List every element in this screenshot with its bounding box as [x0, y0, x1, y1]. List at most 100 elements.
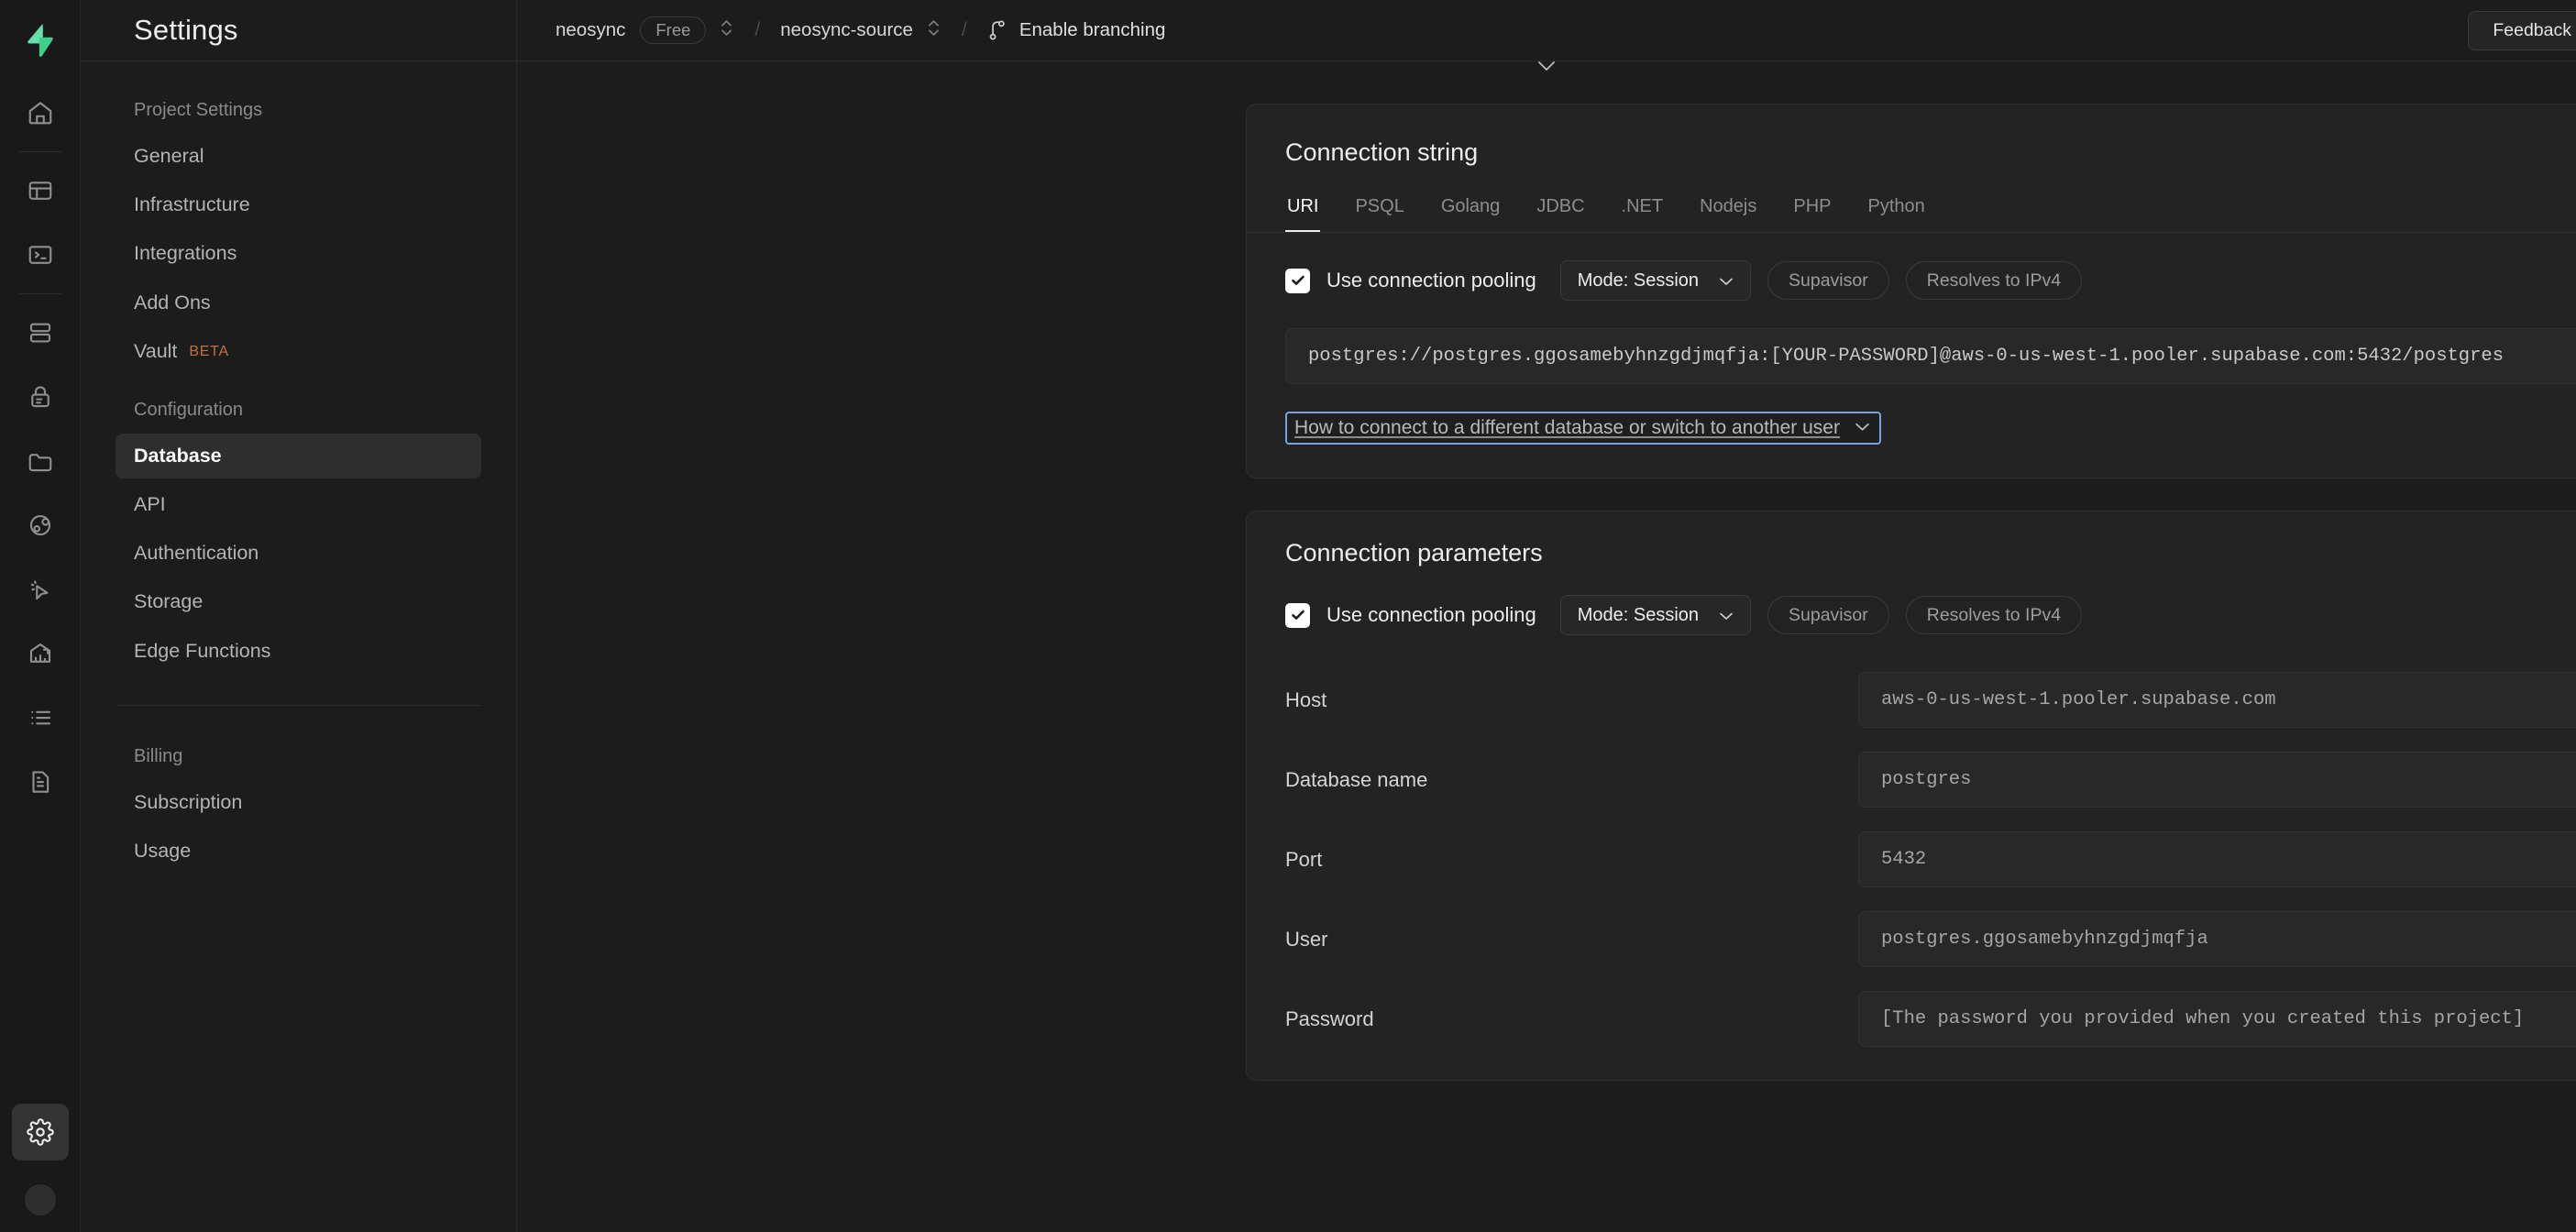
sidebar-header: Settings	[81, 0, 516, 61]
sidebar-item-api[interactable]: API	[116, 482, 481, 527]
authentication-lock-icon[interactable]	[12, 368, 69, 425]
breadcrumb-separator: /	[754, 19, 761, 40]
sidebar-item-vault[interactable]: Vault BETA	[116, 329, 481, 374]
sidebar-item-label: Edge Functions	[134, 639, 271, 662]
param-label: Port	[1285, 847, 1323, 871]
home-icon[interactable]	[12, 84, 69, 141]
plan-badge[interactable]: Free	[640, 16, 707, 44]
rail-bottom-group	[0, 1100, 81, 1216]
param-label: Host	[1285, 688, 1327, 711]
param-value-port[interactable]: 5432	[1858, 831, 2576, 887]
chevron-down-icon	[1719, 270, 1734, 292]
reports-chart-icon[interactable]	[12, 625, 69, 682]
sidebar-item-label: Vault	[134, 339, 178, 362]
avatar[interactable]	[25, 1184, 56, 1216]
sidebar-item-label: Database	[134, 444, 222, 467]
sidebar-item-label: Subscription	[134, 790, 243, 813]
feedback-button[interactable]: Feedback	[2468, 11, 2576, 50]
chevron-up-down-icon-project[interactable]	[926, 16, 941, 44]
param-row-port: Port 5432	[1285, 831, 2576, 887]
gear-icon[interactable]	[12, 1104, 69, 1160]
param-label: Database name	[1285, 767, 1428, 791]
sidebar-item-usage[interactable]: Usage	[116, 829, 481, 874]
sql-editor-icon[interactable]	[12, 226, 69, 283]
param-row-user: User postgres.ggosamebyhnzgdjmqfja	[1285, 911, 2576, 967]
sidebar-item-infrastructure[interactable]: Infrastructure	[116, 182, 481, 227]
connection-string-value[interactable]: postgres://postgres.ggosamebyhnzgdjmqfja…	[1285, 328, 2576, 384]
param-value-host[interactable]: aws-0-us-west-1.pooler.supabase.com	[1858, 672, 2576, 728]
sidebar-item-database[interactable]: Database	[116, 433, 481, 479]
database-icon[interactable]	[12, 304, 69, 361]
tab-nodejs[interactable]: Nodejs	[1698, 192, 1758, 232]
connection-parameters-title: Connection parameters	[1285, 539, 1543, 566]
param-row-host: Host aws-0-us-west-1.pooler.supabase.com	[1285, 672, 2576, 728]
primary-icon-rail	[0, 0, 81, 1232]
sidebar-item-label: Integrations	[134, 242, 237, 265]
sidebar-group-billing: Billing Subscription Usage	[116, 733, 481, 886]
tab-python[interactable]: Python	[1866, 192, 1927, 232]
ipv4-badge-params: Resolves to IPv4	[1905, 596, 2083, 634]
breadcrumb-project[interactable]: neosync-source	[780, 19, 913, 41]
connection-string-title: Connection string	[1285, 138, 1479, 166]
edge-functions-icon[interactable]	[12, 497, 69, 554]
supabase-logo[interactable]	[0, 0, 81, 81]
pooling-controls-row: Use connection pooling Mode: Session Sup…	[1285, 260, 2576, 301]
sidebar-item-integrations[interactable]: Integrations	[116, 231, 481, 276]
app-root: Settings Project Settings General Infras…	[0, 0, 2576, 1232]
pooling-mode-value: Mode: Session	[1577, 270, 1700, 291]
logs-list-icon[interactable]	[12, 689, 69, 746]
pooling-mode-select[interactable]: Mode: Session	[1559, 260, 1752, 301]
realtime-cursor-icon[interactable]	[12, 561, 69, 618]
breadcrumb-bar: neosync Free / neosync-source / Enable b…	[517, 0, 2576, 61]
sidebar-item-general[interactable]: General	[116, 134, 481, 179]
param-value-user[interactable]: postgres.ggosamebyhnzgdjmqfja	[1858, 911, 2576, 967]
tab-jdbc[interactable]: JDBC	[1535, 192, 1586, 232]
pooling-mode-select-params[interactable]: Mode: Session	[1559, 595, 1752, 635]
tab-php[interactable]: PHP	[1791, 192, 1833, 232]
sidebar-group-label: Configuration	[134, 399, 243, 420]
sidebar-item-authentication[interactable]: Authentication	[116, 531, 481, 576]
table-editor-icon[interactable]	[12, 162, 69, 219]
tab-uri[interactable]: URI	[1285, 192, 1321, 232]
connection-string-header: Connection string Documentation	[1247, 104, 2576, 172]
supavisor-badge-params: Supavisor	[1767, 596, 1889, 634]
sidebar-item-label: API	[134, 493, 166, 516]
param-label: Password	[1285, 1006, 1374, 1030]
accordion-label: How to connect to a different database o…	[1294, 417, 1840, 438]
param-value-password[interactable]: [The password you provided when you crea…	[1858, 991, 2576, 1047]
different-database-accordion-wrap: How to connect to a different database o…	[1285, 412, 2576, 445]
param-value-database-name[interactable]: postgres	[1858, 752, 2576, 808]
api-docs-icon[interactable]	[12, 754, 69, 810]
sidebar-item-label: Add Ons	[134, 291, 211, 314]
enable-branching-button[interactable]: Enable branching	[987, 19, 1165, 41]
use-connection-pooling-checkbox[interactable]	[1285, 268, 1310, 293]
connection-string-card: Connection string Documentation	[1246, 104, 2576, 478]
sidebar-item-edge-functions[interactable]: Edge Functions	[116, 629, 481, 674]
param-row-database-name: Database name postgres	[1285, 752, 2576, 808]
different-database-accordion[interactable]: How to connect to a different database o…	[1285, 412, 1881, 445]
rail-divider-2	[18, 293, 61, 294]
tab-psql[interactable]: PSQL	[1353, 192, 1405, 232]
tab-golang[interactable]: Golang	[1439, 192, 1503, 232]
connection-string-tabs: URI PSQL Golang JDBC .NET Nodejs PHP Pyt…	[1247, 172, 2576, 233]
sidebar-item-storage[interactable]: Storage	[116, 579, 481, 624]
connection-parameters-card: Connection parameters Use connection poo…	[1246, 511, 2576, 1081]
rail-divider	[18, 151, 61, 152]
connection-parameters-body: Use connection pooling Mode: Session Sup…	[1247, 567, 2576, 1080]
param-row-password: Password [The password you provided when…	[1285, 991, 2576, 1047]
storage-folder-icon[interactable]	[12, 433, 69, 490]
page-title: Settings	[134, 14, 238, 46]
pooling-mode-value-params: Mode: Session	[1577, 604, 1700, 625]
settings-content-scroll[interactable]: Connection string Documentation	[517, 61, 2576, 1232]
sidebar-item-label: Storage	[134, 590, 204, 613]
use-connection-pooling-checkbox-params[interactable]	[1285, 602, 1310, 628]
sidebar-item-subscription[interactable]: Subscription	[116, 780, 481, 825]
tab-dotnet[interactable]: .NET	[1620, 192, 1666, 232]
scrolled-section-peek	[517, 61, 2576, 104]
sidebar-item-add-ons[interactable]: Add Ons	[116, 280, 481, 325]
chevron-up-down-icon[interactable]	[719, 16, 734, 44]
status-badge: BETA	[189, 343, 229, 359]
pooling-controls-row-params: Use connection pooling Mode: Session Sup…	[1285, 595, 2576, 635]
breadcrumb-org[interactable]: neosync	[556, 19, 625, 41]
chevron-down-icon-params	[1719, 605, 1734, 626]
